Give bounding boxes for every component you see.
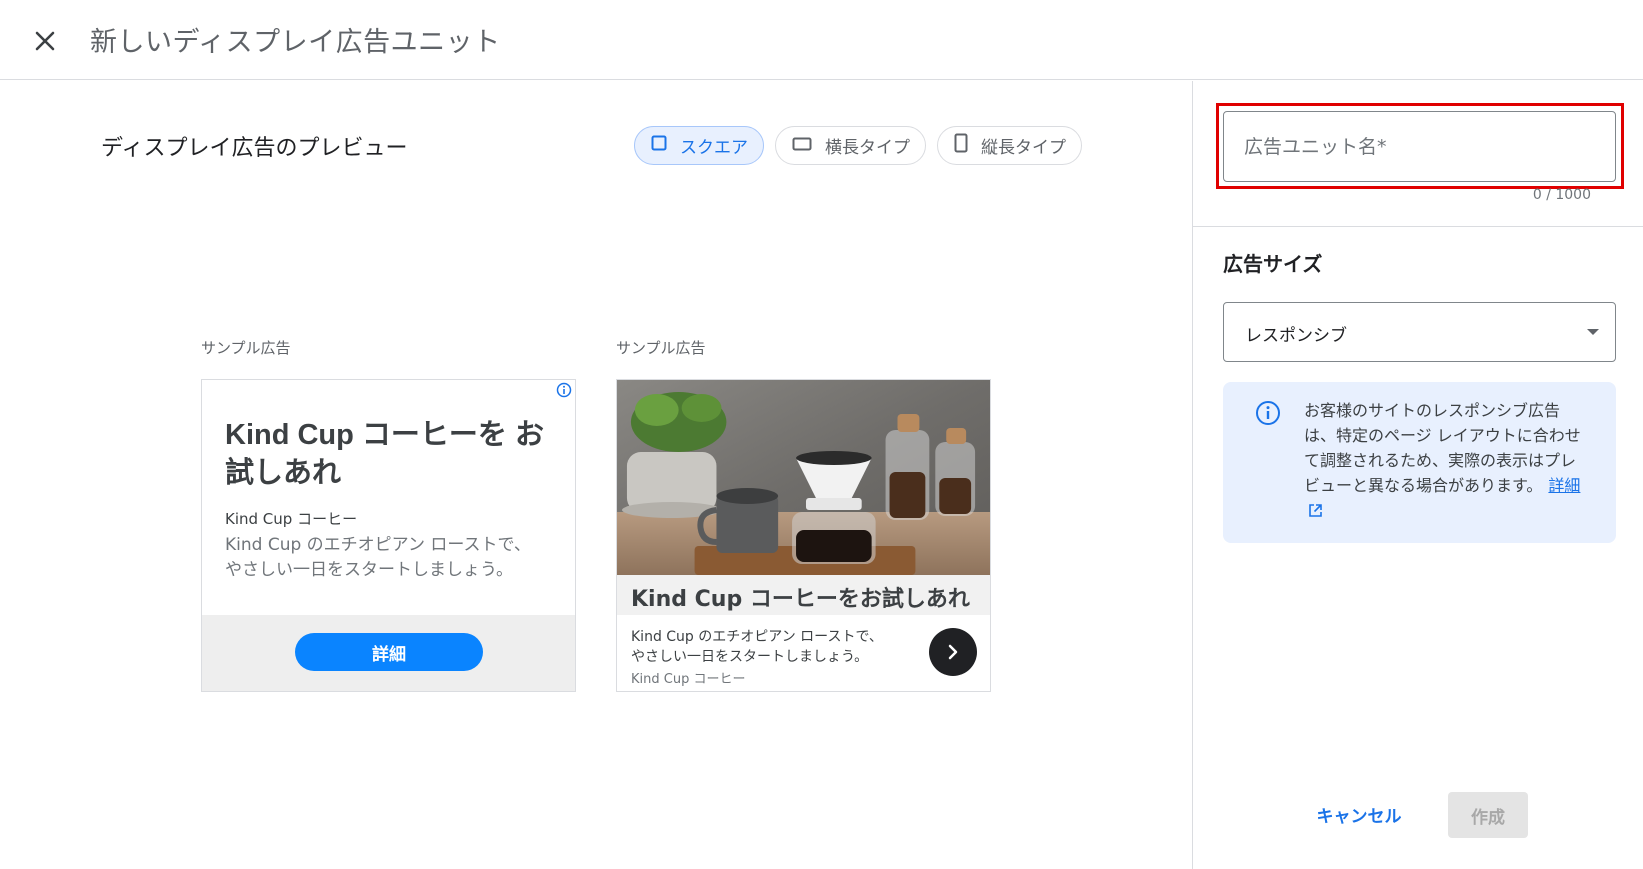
ad-info-icon[interactable] [556, 382, 572, 398]
format-chips: スクエア 横長タイプ 縦長タイプ [634, 126, 1082, 165]
dialog-title: 新しいディスプレイ広告ユニット [90, 27, 501, 58]
ad-size-select[interactable]: レスポンシブ [1223, 302, 1616, 362]
chip-landscape[interactable]: 横長タイプ [775, 126, 926, 165]
cancel-button[interactable]: キャンセル [1307, 794, 1411, 834]
portrait-icon [954, 133, 968, 158]
char-counter: 0 / 1000 [1532, 187, 1591, 203]
ad2-headline: Kind Cup コーヒーをお試しあれ [631, 587, 970, 612]
ad-size-heading: 広告サイズ [1223, 252, 1323, 276]
ad1-sample-label: サンプル広告 [201, 339, 291, 357]
chip-square[interactable]: スクエア [634, 126, 764, 165]
ad2-advertiser: Kind Cup コーヒー [631, 672, 746, 687]
ad2-description: Kind Cup のエチオピアン ローストで、やさしい一日をスタートしましょう。 [631, 629, 883, 665]
landscape-icon [792, 136, 812, 156]
responsive-info-box: お客様のサイトのレスポンシブ広告は、特定のページ レイアウトに合わせて調整される… [1223, 382, 1616, 543]
close-icon [35, 31, 55, 51]
chip-portrait-label: 縦長タイプ [981, 138, 1066, 158]
info-details-link[interactable]: 詳細 [1548, 476, 1580, 495]
external-link-icon[interactable] [1308, 500, 1323, 525]
ad1-advertiser: Kind Cup コーヒー [225, 510, 358, 528]
ad1-description: Kind Cup のエチオピアン ローストで、やさしい一日をスタートしましょう。 [225, 535, 531, 580]
ad2-headline-bar: Kind Cup コーヒーをお試しあれ [617, 575, 990, 615]
ad-unit-name-input[interactable] [1224, 112, 1615, 181]
chip-square-label: スクエア [680, 138, 748, 158]
ad-unit-name-field[interactable] [1223, 111, 1616, 182]
ad-size-value: レスポンシブ [1245, 326, 1347, 346]
preview-area: ディスプレイ広告のプレビュー スクエア 横長タイプ 縦長タイプ サンプル広告 K… [0, 81, 1192, 869]
ad1-footer: 詳細 [202, 615, 575, 691]
chip-landscape-label: 横長タイプ [825, 138, 910, 158]
chip-portrait[interactable]: 縦長タイプ [937, 126, 1082, 165]
sample-ad-square: Kind Cup コーヒーを お試しあれ Kind Cup コーヒー Kind … [201, 379, 576, 692]
ad2-sample-label: サンプル広告 [616, 339, 706, 357]
panel-divider [1193, 226, 1643, 227]
square-icon [651, 135, 667, 156]
chevron-right-icon [948, 644, 958, 660]
settings-panel: 0 / 1000 広告サイズ レスポンシブ お客様のサイトのレスポンシブ広告は、… [1192, 81, 1643, 869]
preview-title: ディスプレイ広告のプレビュー [101, 136, 408, 161]
ad2-next-button[interactable] [929, 628, 977, 676]
info-text-container: お客様のサイトのレスポンシブ広告は、特定のページ レイアウトに合わせて調整される… [1304, 398, 1584, 525]
dialog-header: 新しいディスプレイ広告ユニット [0, 0, 1643, 80]
info-text: お客様のサイトのレスポンシブ広告は、特定のページ レイアウトに合わせて調整される… [1304, 401, 1581, 495]
sample-ad-image: Kind Cup コーヒーをお試しあれ Kind Cup のエチオピアン ロース… [616, 379, 991, 692]
ad1-headline: Kind Cup コーヒーを お試しあれ [225, 419, 544, 489]
info-icon [1256, 401, 1280, 425]
close-button[interactable] [28, 24, 62, 58]
dropdown-arrow-icon [1587, 329, 1599, 335]
coffee-photo [617, 380, 990, 575]
create-button[interactable]: 作成 [1448, 792, 1528, 838]
ad1-cta-button[interactable]: 詳細 [295, 633, 483, 671]
